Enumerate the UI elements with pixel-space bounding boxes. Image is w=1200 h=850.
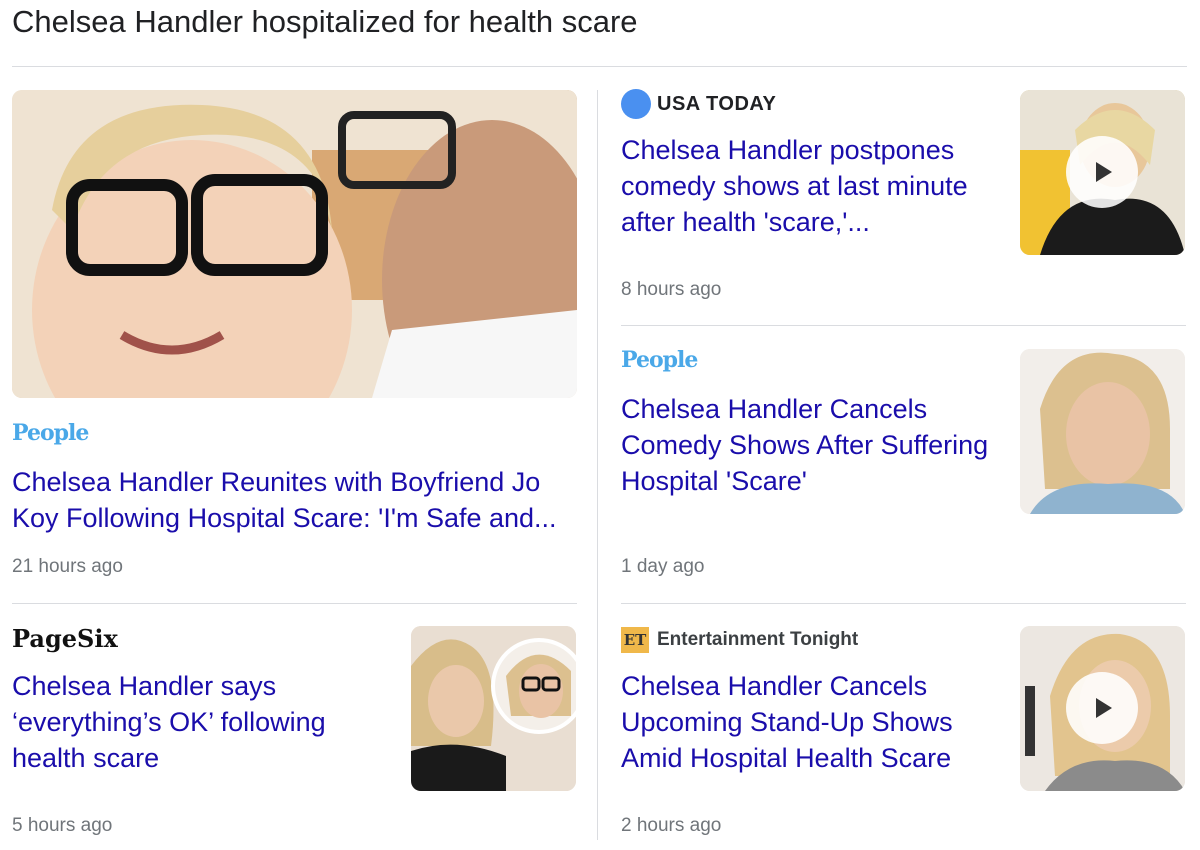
headline-link[interactable]: Chelsea Handler postpones comedy shows a… [621, 132, 1006, 240]
play-button[interactable] [1066, 136, 1138, 208]
column-divider [597, 90, 598, 840]
page-title: Chelsea Handler hospitalized for health … [12, 4, 638, 39]
play-icon [1096, 698, 1112, 718]
source-name: Entertainment Tonight [657, 629, 859, 650]
divider [621, 325, 1186, 326]
timestamp: 1 day ago [621, 556, 705, 577]
photo-illustration [12, 90, 577, 398]
timestamp: 8 hours ago [621, 279, 722, 300]
photo-illustration [411, 626, 576, 791]
source-logo-pagesix: PageSix [12, 624, 118, 653]
usa-today-dot-icon [621, 89, 651, 119]
play-button[interactable] [1066, 672, 1138, 744]
source-logo-et: ET Entertainment Tonight [621, 627, 858, 653]
timestamp: 21 hours ago [12, 556, 123, 577]
divider [12, 603, 577, 604]
source-logo-usa-today: USA TODAY [621, 89, 776, 119]
headline-link[interactable]: Chelsea Handler Cancels Upcoming Stand-U… [621, 668, 1006, 776]
article-thumbnail[interactable] [1020, 349, 1185, 514]
divider [12, 66, 1187, 67]
article-thumbnail[interactable] [411, 626, 576, 791]
source-name: USA TODAY [657, 92, 777, 115]
headline-link[interactable]: Chelsea Handler says ‘everything’s OK’ f… [12, 668, 392, 776]
headline-link[interactable]: Chelsea Handler Cancels Comedy Shows Aft… [621, 391, 1006, 499]
et-badge-icon: ET [621, 627, 649, 653]
divider [621, 603, 1186, 604]
video-thumbnail[interactable] [1020, 90, 1185, 255]
photo-illustration [1020, 349, 1185, 514]
article-thumbnail[interactable] [12, 90, 577, 398]
video-thumbnail[interactable] [1020, 626, 1185, 791]
source-logo-people: People [12, 420, 89, 446]
timestamp: 5 hours ago [12, 815, 113, 836]
source-logo-people: People [621, 347, 698, 373]
headline-link[interactable]: Chelsea Handler Reunites with Boyfriend … [12, 464, 587, 536]
timestamp: 2 hours ago [621, 815, 722, 836]
play-icon [1096, 162, 1112, 182]
